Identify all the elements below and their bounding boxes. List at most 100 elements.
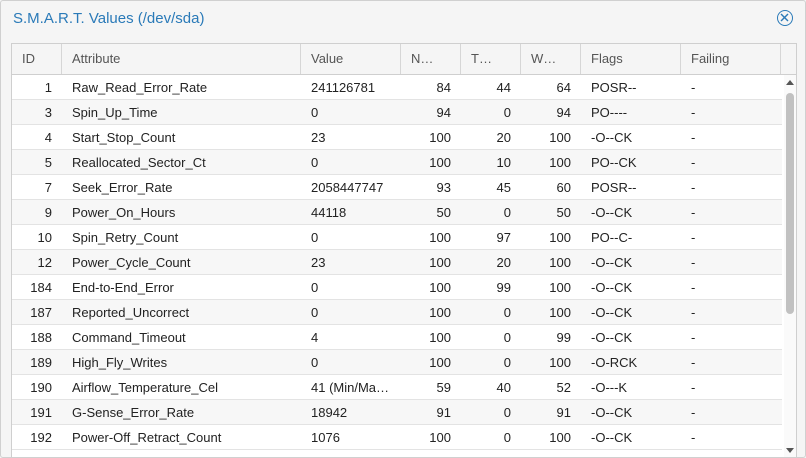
cell-worst: 91	[556, 405, 571, 420]
cell-threshold: 10	[496, 155, 511, 170]
table-row[interactable]: 7 Seek_Error_Rate 2058447747 93 45 60 POSR-- -	[12, 175, 782, 200]
cell-id: 184	[30, 280, 52, 295]
cell-threshold: 0	[503, 430, 511, 445]
cell-attribute: Command_Timeout	[72, 330, 186, 345]
cell-normalized: 50	[436, 205, 451, 220]
close-icon[interactable]	[777, 10, 793, 26]
cell-normalized: 84	[436, 80, 451, 95]
cell-normalized: 100	[429, 305, 451, 320]
cell-flags: -O--CK	[591, 255, 633, 270]
cell-flags: -O--CK	[591, 205, 633, 220]
cell-worst: 64	[556, 80, 571, 95]
column-header-failing[interactable]: Failing	[681, 44, 781, 74]
cell-failing: -	[691, 80, 696, 95]
cell-id: 187	[30, 305, 52, 320]
arrow-down-icon[interactable]	[786, 448, 794, 453]
column-header-id[interactable]: ID	[12, 44, 62, 74]
cell-normalized: 100	[429, 430, 451, 445]
table-row[interactable]: 5 Reallocated_Sector_Ct 0 100 10 100 PO--CK -	[12, 150, 782, 175]
table-row[interactable]: 189 High_Fly_Writes 0 100 0 100 -O-RCK -	[12, 350, 782, 375]
column-header-worst[interactable]: W…	[521, 44, 581, 74]
cell-worst: 99	[556, 330, 571, 345]
vertical-scrollbar[interactable]	[784, 75, 796, 457]
table-row[interactable]: 184 End-to-End_Error 0 100 99 100 -O--CK -	[12, 275, 782, 300]
cell-threshold: 97	[496, 230, 511, 245]
table-row[interactable]: 190 Airflow_Temperature_Cel 41 (Min/Ma… 59 4…	[12, 375, 782, 400]
cell-normalized: 100	[429, 155, 451, 170]
table-row[interactable]: 3 Spin_Up_Time 0 94 0 94 PO---- -	[12, 100, 782, 125]
cell-threshold: 0	[503, 330, 511, 345]
table-row[interactable]: 9 Power_On_Hours 44118 50 0 50 -O--CK -	[12, 200, 782, 225]
cell-id: 12	[37, 255, 52, 270]
cell-id: 4	[44, 130, 52, 145]
cell-threshold: 99	[496, 280, 511, 295]
cell-failing: -	[691, 305, 696, 320]
cell-failing: -	[691, 280, 696, 295]
cell-worst: 100	[549, 280, 571, 295]
cell-normalized: 91	[436, 405, 451, 420]
cell-value: 0	[311, 355, 319, 370]
cell-threshold: 0	[503, 355, 511, 370]
cell-attribute: Spin_Up_Time	[72, 105, 158, 120]
column-header-value[interactable]: Value	[301, 44, 401, 74]
cell-attribute: G-Sense_Error_Rate	[72, 405, 195, 420]
cell-value: 241126781	[311, 80, 376, 95]
table-row[interactable]: 192 Power-Off_Retract_Count 1076 100 0 100 -O-…	[12, 425, 782, 450]
cell-id: 1	[44, 80, 52, 95]
cell-attribute: Power_Cycle_Count	[72, 255, 191, 270]
cell-worst: 100	[549, 155, 571, 170]
cell-value: 18942	[311, 405, 348, 420]
cell-flags: -O-RCK	[591, 355, 638, 370]
table-row[interactable]: 187 Reported_Uncorrect 0 100 0 100 -O--CK -	[12, 300, 782, 325]
cell-flags: -O--CK	[591, 330, 633, 345]
cell-failing: -	[691, 230, 696, 245]
cell-flags: -O--CK	[591, 430, 633, 445]
table-row[interactable]: 10 Spin_Retry_Count 0 100 97 100 PO--C- -	[12, 225, 782, 250]
cell-normalized: 100	[429, 130, 451, 145]
cell-failing: -	[691, 180, 696, 195]
cell-attribute: End-to-End_Error	[72, 280, 174, 295]
arrow-up-icon[interactable]	[786, 80, 794, 85]
column-header-flags[interactable]: Flags	[581, 44, 681, 74]
cell-attribute: Reported_Uncorrect	[72, 305, 190, 320]
cell-worst: 52	[556, 380, 571, 395]
table-row[interactable]: 191 G-Sense_Error_Rate 18942 91 0 91 -O--CK -	[12, 400, 782, 425]
cell-value: 41 (Min/Ma…	[311, 380, 390, 395]
cell-failing: -	[691, 380, 696, 395]
cell-attribute: Start_Stop_Count	[72, 130, 176, 145]
cell-flags: -O--CK	[591, 405, 633, 420]
cell-failing: -	[691, 130, 696, 145]
table-row[interactable]: 4 Start_Stop_Count 23 100 20 100 -O--CK -	[12, 125, 782, 150]
table-row[interactable]: 188 Command_Timeout 4 100 0 99 -O--CK -	[12, 325, 782, 350]
cell-failing: -	[691, 205, 696, 220]
cell-threshold: 0	[503, 305, 511, 320]
cell-failing: -	[691, 155, 696, 170]
scrollbar-thumb[interactable]	[786, 93, 794, 314]
cell-id: 188	[30, 330, 52, 345]
title-bar: S.M.A.R.T. Values (/dev/sda)	[1, 1, 805, 37]
cell-normalized: 100	[429, 255, 451, 270]
cell-attribute: Power-Off_Retract_Count	[72, 430, 222, 445]
cell-flags: PO--C-	[591, 230, 633, 245]
cell-failing: -	[691, 430, 696, 445]
table-row[interactable]: 1 Raw_Read_Error_Rate 241126781 84 44 64 POSR-…	[12, 75, 782, 100]
cell-value: 4	[311, 330, 319, 345]
cell-failing: -	[691, 405, 696, 420]
cell-value: 0	[311, 230, 319, 245]
cell-threshold: 0	[503, 105, 511, 120]
cell-value: 2058447747	[311, 180, 384, 195]
table-row[interactable]: 12 Power_Cycle_Count 23 100 20 100 -O--CK -	[12, 250, 782, 275]
cell-value: 1076	[311, 430, 340, 445]
cell-value: 23	[311, 255, 326, 270]
cell-threshold: 0	[503, 405, 511, 420]
column-header-normalized[interactable]: N…	[401, 44, 461, 74]
cell-id: 190	[30, 380, 52, 395]
column-header-threshold[interactable]: T…	[461, 44, 521, 74]
cell-worst: 100	[549, 430, 571, 445]
column-header-attribute[interactable]: Attribute	[62, 44, 301, 74]
cell-id: 7	[44, 180, 52, 195]
cell-worst: 100	[549, 305, 571, 320]
cell-normalized: 100	[429, 330, 451, 345]
cell-attribute: High_Fly_Writes	[72, 355, 168, 370]
cell-value: 0	[311, 105, 319, 120]
